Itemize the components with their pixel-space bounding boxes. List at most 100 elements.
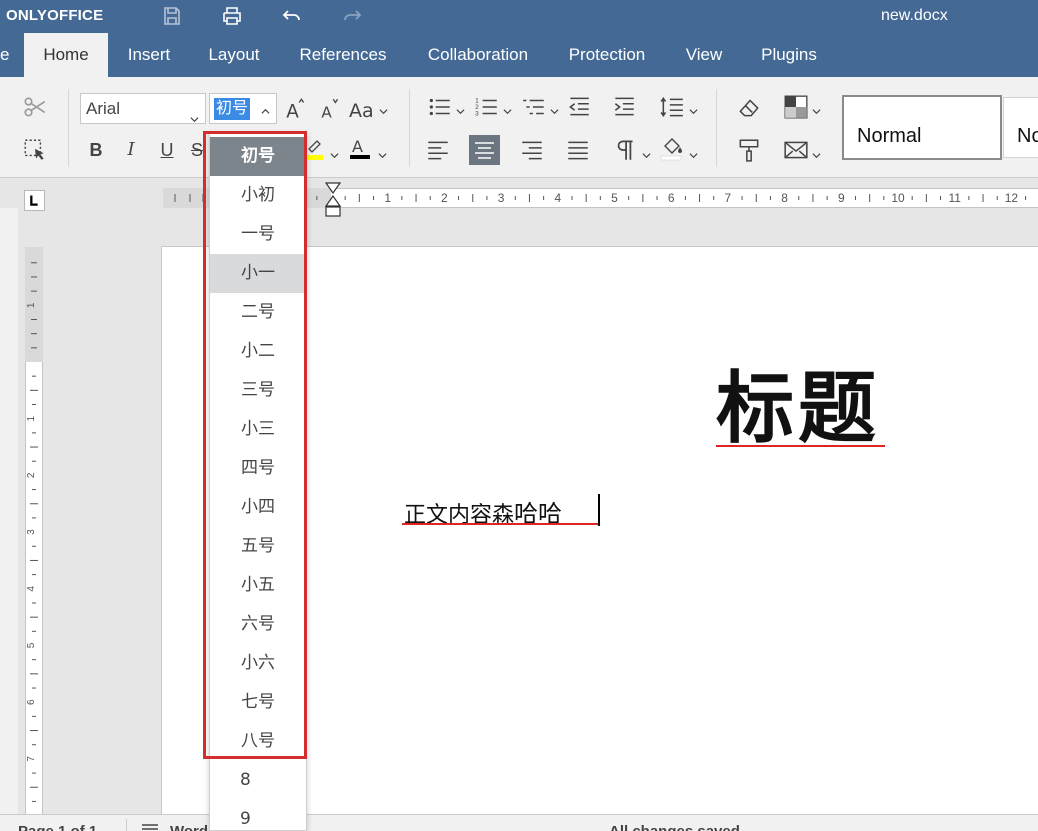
align-left-icon[interactable] bbox=[425, 137, 451, 163]
chevron-down-icon[interactable] bbox=[812, 147, 821, 159]
style-no-spacing[interactable]: No bbox=[1003, 97, 1038, 158]
color-scheme-icon[interactable] bbox=[783, 94, 809, 120]
align-center-icon[interactable] bbox=[469, 135, 500, 165]
tab-plugins[interactable]: Plugins bbox=[747, 33, 831, 77]
undo-icon[interactable] bbox=[279, 4, 305, 28]
status-bar: Page 1 of 1 Word All changes saved bbox=[0, 814, 1038, 831]
chevron-down-icon[interactable] bbox=[330, 147, 339, 159]
line-spacing-icon[interactable] bbox=[659, 94, 685, 120]
ruler-label: 5 bbox=[26, 642, 37, 648]
tab-view[interactable]: View bbox=[671, 33, 737, 77]
chevron-down-icon[interactable] bbox=[550, 103, 559, 115]
ruler-label: 4 bbox=[26, 586, 37, 592]
svg-text:Aa: Aa bbox=[349, 100, 374, 122]
align-right-icon[interactable] bbox=[519, 137, 545, 163]
ruler-label: 2 bbox=[26, 472, 37, 478]
ruler-label: 11 bbox=[948, 191, 961, 205]
word-count-label[interactable]: Word bbox=[170, 823, 208, 831]
ruler-label: 3 bbox=[26, 529, 37, 535]
chevron-down-icon[interactable] bbox=[689, 103, 698, 115]
ruler-label: 10 bbox=[891, 191, 905, 205]
save-icon[interactable] bbox=[159, 4, 185, 28]
ruler-label: 7 bbox=[26, 756, 37, 762]
numbered-list-icon[interactable]: 123 bbox=[474, 94, 500, 120]
chevron-down-icon[interactable] bbox=[456, 103, 465, 115]
svg-text:A: A bbox=[286, 102, 299, 122]
ruler-label: 12 bbox=[1005, 191, 1019, 205]
tab-home[interactable]: Home bbox=[24, 33, 108, 77]
print-icon[interactable] bbox=[219, 4, 245, 28]
ruler-label: 8 bbox=[781, 191, 788, 205]
select-all-icon[interactable] bbox=[22, 137, 48, 163]
align-justify-icon[interactable] bbox=[565, 137, 591, 163]
chevron-down-icon[interactable] bbox=[689, 147, 698, 159]
font-name-combo[interactable]: Arial bbox=[80, 93, 206, 124]
increase-font-icon[interactable]: A bbox=[283, 96, 309, 123]
ruler-label: 6 bbox=[668, 191, 675, 205]
font-size-option[interactable]: 9 bbox=[210, 800, 306, 830]
page-counter[interactable]: Page 1 of 1 bbox=[18, 823, 97, 831]
tab-protection[interactable]: Protection bbox=[553, 33, 661, 77]
font-size-option[interactable]: 8 bbox=[210, 761, 306, 800]
shading-icon[interactable] bbox=[660, 135, 686, 161]
bullet-list-icon[interactable] bbox=[427, 94, 453, 120]
multilevel-list-icon[interactable] bbox=[521, 94, 547, 120]
font-size-combo[interactable]: 初号 bbox=[209, 93, 277, 124]
decrease-font-icon[interactable]: A bbox=[317, 96, 343, 122]
vertical-ruler-ticks: 1 1 2 3 4 5 6 7 bbox=[26, 262, 38, 831]
increase-indent-icon[interactable] bbox=[611, 94, 637, 120]
copy-style-icon[interactable] bbox=[736, 137, 762, 163]
document-heading[interactable]: 标题 bbox=[716, 364, 880, 454]
tab-references[interactable]: References bbox=[283, 33, 403, 77]
ruler-label: 1 bbox=[26, 302, 37, 308]
font-name-value: Arial bbox=[86, 99, 121, 118]
mail-merge-icon[interactable] bbox=[783, 137, 809, 163]
chevron-up-icon bbox=[261, 103, 270, 114]
tab-collaboration[interactable]: Collaboration bbox=[413, 33, 543, 77]
indent-marker-icon[interactable] bbox=[324, 182, 342, 218]
bold-button[interactable]: B bbox=[83, 137, 109, 163]
spellcheck-underline bbox=[716, 445, 885, 447]
cut-icon[interactable] bbox=[22, 94, 48, 120]
spellcheck-underline bbox=[402, 523, 598, 525]
svg-text:3: 3 bbox=[475, 111, 479, 118]
font-color-icon[interactable]: A bbox=[348, 135, 374, 161]
ruler-label: 1 bbox=[384, 191, 391, 205]
ruler-label: 1 bbox=[26, 415, 37, 421]
left-panel bbox=[0, 208, 18, 831]
tab-layout[interactable]: Layout bbox=[195, 33, 273, 77]
clear-style-icon[interactable] bbox=[736, 94, 762, 120]
ruler-label: 6 bbox=[26, 699, 37, 705]
ruler-label: 3 bbox=[498, 191, 505, 205]
ruler-label: 5 bbox=[611, 191, 618, 205]
word-count-icon[interactable] bbox=[141, 821, 159, 831]
italic-button[interactable]: I bbox=[118, 137, 144, 163]
decrease-indent-icon[interactable] bbox=[566, 94, 592, 120]
svg-text:A: A bbox=[352, 137, 363, 156]
ruler-label: 2 bbox=[441, 191, 448, 205]
status-divider bbox=[126, 819, 127, 831]
tab-stop-icon[interactable] bbox=[24, 190, 45, 211]
ruler-label: 7 bbox=[725, 191, 732, 205]
text-cursor bbox=[598, 494, 600, 526]
redo-icon[interactable] bbox=[339, 4, 365, 28]
change-case-icon[interactable]: Aa bbox=[349, 96, 381, 122]
ruler-label: 4 bbox=[554, 191, 561, 205]
tab-insert[interactable]: Insert bbox=[112, 33, 186, 77]
chevron-down-icon[interactable] bbox=[378, 147, 387, 159]
paragraph-marks-icon[interactable] bbox=[612, 137, 638, 163]
chevron-down-icon bbox=[190, 104, 199, 123]
font-size-value[interactable]: 初号 bbox=[214, 98, 251, 120]
chevron-down-icon[interactable] bbox=[503, 103, 512, 115]
style-normal[interactable]: Normal bbox=[842, 95, 1002, 160]
underline-button[interactable]: U bbox=[154, 137, 180, 163]
chevron-down-icon[interactable] bbox=[812, 103, 821, 115]
chevron-down-icon[interactable] bbox=[379, 103, 388, 115]
chevron-down-icon[interactable] bbox=[642, 147, 651, 159]
title-bar: ONLYOFFICE new.docx bbox=[0, 0, 1038, 33]
highlight-color-icon[interactable] bbox=[305, 135, 323, 161]
ruler-label: 9 bbox=[838, 191, 845, 205]
save-status: All changes saved bbox=[609, 823, 740, 831]
tab-file[interactable]: e bbox=[0, 33, 12, 77]
ribbon-tabs: e Home Insert Layout References Collabor… bbox=[0, 33, 1038, 77]
